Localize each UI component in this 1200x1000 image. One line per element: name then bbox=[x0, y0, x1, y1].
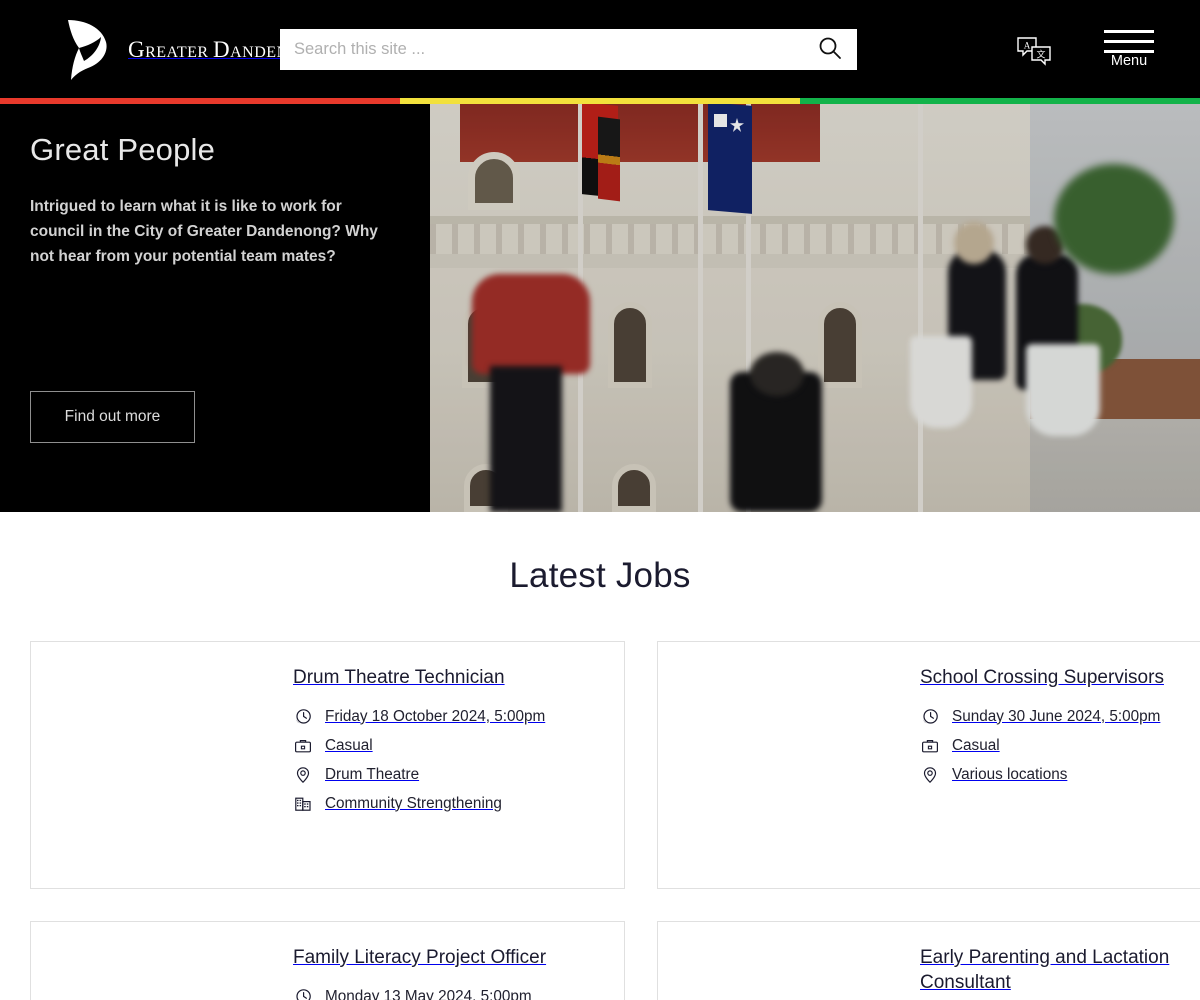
job-title: School Crossing Supervisors bbox=[920, 667, 1164, 688]
svg-text:文: 文 bbox=[1036, 49, 1045, 61]
job-thumbnail bbox=[31, 922, 269, 1000]
menu-label: Menu bbox=[1110, 53, 1148, 69]
job-location-text: Various locations bbox=[952, 765, 1068, 783]
clock-icon bbox=[293, 707, 313, 727]
job-thumbnail bbox=[658, 642, 896, 888]
job-thumbnail bbox=[31, 642, 269, 888]
job-closing-date: Friday 18 October 2024, 5:00pm bbox=[293, 707, 604, 727]
translate-icon: A 文 bbox=[1016, 37, 1054, 69]
job-card[interactable]: Family Literacy Project Officer Monday 1… bbox=[30, 921, 625, 1000]
job-employment-type-text: Casual bbox=[325, 736, 373, 754]
search-button[interactable] bbox=[803, 29, 857, 70]
hero-description: Intrigued to learn what it is like to wo… bbox=[30, 198, 378, 266]
hero-title: Great People bbox=[30, 132, 216, 167]
hero-image bbox=[430, 104, 1200, 512]
jobs-grid: Drum Theatre Technician Friday 18 Octobe… bbox=[0, 641, 1200, 1000]
briefcase-icon bbox=[293, 736, 313, 756]
logo-line-greater: Greater bbox=[128, 36, 209, 62]
clock-icon bbox=[293, 987, 313, 1000]
job-details: Family Literacy Project Officer Monday 1… bbox=[269, 922, 624, 1000]
job-card[interactable]: Drum Theatre Technician Friday 18 Octobe… bbox=[30, 641, 625, 889]
job-department-text: Community Strengthening bbox=[325, 794, 502, 812]
map-pin-icon bbox=[920, 765, 940, 785]
map-pin-icon bbox=[293, 765, 313, 785]
search-icon bbox=[817, 35, 843, 64]
clock-icon bbox=[920, 707, 940, 727]
latest-jobs-heading: Latest Jobs bbox=[509, 556, 691, 595]
job-closing-date: Sunday 30 June 2024, 5:00pm bbox=[920, 707, 1200, 727]
job-location: Various locations bbox=[920, 765, 1200, 785]
job-card[interactable]: Early Parenting and Lactation Consultant… bbox=[657, 921, 1200, 1000]
job-employment-type-text: Casual bbox=[952, 736, 1000, 754]
search-input[interactable] bbox=[280, 29, 803, 70]
job-title: Family Literacy Project Officer bbox=[293, 947, 547, 968]
svg-text:A: A bbox=[1024, 41, 1031, 51]
menu-button[interactable]: Menu bbox=[1104, 30, 1154, 69]
latest-jobs-section: Latest Jobs Drum Theatre Technician Frid… bbox=[0, 512, 1200, 1000]
site-header: Greater Dandenong City of Opportunity A … bbox=[0, 0, 1200, 98]
translate-button[interactable]: A 文 bbox=[1016, 36, 1054, 66]
dandenong-logo-mark-icon bbox=[56, 16, 122, 82]
find-out-more-button[interactable]: Find out more bbox=[30, 391, 195, 443]
job-closing-date-text: Monday 13 May 2024, 5:00pm bbox=[325, 987, 532, 1000]
job-closing-date: Monday 13 May 2024, 5:00pm bbox=[293, 987, 604, 1000]
job-title: Drum Theatre Technician bbox=[293, 667, 505, 688]
job-card[interactable]: School Crossing Supervisors Sunday 30 Ju… bbox=[657, 641, 1200, 889]
job-details: Early Parenting and Lactation Consultant… bbox=[896, 922, 1200, 1000]
job-location: Drum Theatre bbox=[293, 765, 604, 785]
hero-carousel: Great People Intrigued to learn what it … bbox=[0, 104, 1200, 512]
job-closing-date-text: Sunday 30 June 2024, 5:00pm bbox=[952, 707, 1161, 725]
job-details: School Crossing Supervisors Sunday 30 Ju… bbox=[896, 642, 1200, 888]
job-thumbnail bbox=[658, 922, 896, 1000]
job-closing-date-text: Friday 18 October 2024, 5:00pm bbox=[325, 707, 546, 725]
building-icon bbox=[293, 794, 313, 814]
job-details: Drum Theatre Technician Friday 18 Octobe… bbox=[269, 642, 624, 888]
hamburger-icon bbox=[1104, 30, 1154, 53]
site-search bbox=[280, 29, 857, 70]
job-employment-type: Casual bbox=[920, 736, 1200, 756]
job-title: Early Parenting and Lactation Consultant bbox=[920, 947, 1170, 993]
hero-text-panel: Great People Intrigued to learn what it … bbox=[0, 104, 430, 512]
job-employment-type: Casual bbox=[293, 736, 604, 756]
briefcase-icon bbox=[920, 736, 940, 756]
job-department: Community Strengthening bbox=[293, 794, 604, 814]
job-location-text: Drum Theatre bbox=[325, 765, 420, 783]
